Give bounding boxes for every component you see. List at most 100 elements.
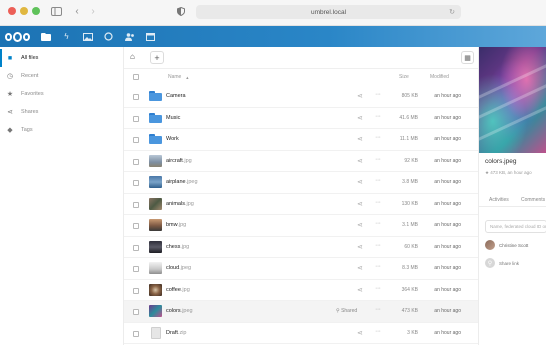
row-checkbox[interactable]: [133, 201, 139, 208]
modified-column-header[interactable]: Modified: [430, 71, 449, 83]
file-name[interactable]: bmw.jpg: [166, 222, 186, 228]
share-icon[interactable]: ⋖: [357, 329, 363, 337]
more-actions-icon[interactable]: ···: [375, 156, 381, 163]
share-with-input[interactable]: Name, federated cloud ID or email addres…: [485, 220, 546, 233]
search-icon[interactable]: [103, 31, 114, 42]
row-checkbox[interactable]: [133, 266, 139, 272]
minimize-window-button[interactable]: [20, 7, 28, 15]
folder-icon: [149, 91, 162, 101]
activity-icon[interactable]: ϟ: [61, 31, 72, 42]
more-actions-icon[interactable]: ···: [375, 328, 381, 335]
file-modified: an hour ago: [434, 308, 461, 314]
row-checkbox[interactable]: [133, 94, 139, 100]
file-row-work[interactable]: Work ⋖ ··· 11.1 MB an hour ago: [124, 129, 478, 151]
modified-header-label: Modified: [430, 74, 449, 80]
more-actions-icon[interactable]: ···: [375, 242, 381, 249]
sidebar-item-recent[interactable]: ◷ Recent: [0, 67, 124, 85]
sidebar-item-tags[interactable]: ◆ Tags: [0, 121, 124, 139]
nextcloud-logo-icon[interactable]: [5, 31, 30, 42]
grid-view-icon[interactable]: ▦: [461, 51, 474, 64]
share-icon[interactable]: ⋖: [357, 135, 363, 143]
more-actions-icon[interactable]: ···: [375, 91, 381, 98]
more-actions-icon[interactable]: ···: [375, 220, 381, 227]
forward-icon[interactable]: ›: [88, 5, 98, 17]
file-row-colors[interactable]: colors.jpeg ⚲ Shared ··· 473 KB an hour …: [124, 301, 478, 323]
file-row-bmw[interactable]: bmw.jpg ⋖ ··· 3.1 MB an hour ago: [124, 215, 478, 237]
new-button[interactable]: +: [150, 51, 164, 64]
share-icon[interactable]: ⋖: [357, 243, 363, 251]
row-checkbox[interactable]: [133, 309, 139, 315]
avatar: [485, 240, 495, 250]
share-icon[interactable]: ⋖: [357, 178, 363, 186]
file-row-coffee[interactable]: coffee.jpg ⋖ ··· 364 KB an hour ago: [124, 280, 478, 301]
sidebar-toggle-icon[interactable]: [50, 5, 62, 17]
tab-activities[interactable]: Activities: [489, 197, 509, 203]
more-actions-icon[interactable]: ···: [375, 113, 381, 120]
reload-icon[interactable]: ↻: [449, 8, 455, 16]
file-name[interactable]: chess.jpg: [166, 244, 189, 250]
more-actions-icon[interactable]: ···: [375, 285, 381, 292]
share-icon[interactable]: ⋖: [357, 114, 363, 122]
file-row-airplane[interactable]: airplane.jpeg ⋖ ··· 3.8 MB an hour ago: [124, 172, 478, 194]
file-name[interactable]: animals.jpg: [166, 201, 194, 207]
photos-icon[interactable]: [82, 31, 93, 42]
more-actions-icon[interactable]: ···: [375, 177, 381, 184]
close-window-button[interactable]: [8, 7, 16, 15]
shared-indicator[interactable]: ⚲ Shared: [336, 308, 357, 314]
more-actions-icon[interactable]: ···: [375, 134, 381, 141]
more-actions-icon[interactable]: ···: [375, 199, 381, 206]
sidebar-item-favorites[interactable]: ★ Favorites: [0, 85, 124, 103]
share-icon[interactable]: ⋖: [357, 157, 363, 165]
home-icon[interactable]: ⌂: [130, 52, 135, 61]
privacy-shield-icon[interactable]: [176, 5, 186, 17]
share-icon[interactable]: ⋖: [357, 221, 363, 229]
tab-comments[interactable]: Comments: [521, 197, 545, 203]
address-bar[interactable]: umbrel.local ↻: [196, 5, 461, 19]
row-checkbox[interactable]: [133, 223, 139, 229]
share-icon[interactable]: ⋖: [357, 286, 363, 294]
file-name[interactable]: colors.jpeg: [166, 308, 193, 314]
back-icon[interactable]: ‹: [72, 5, 82, 17]
file-row-chess[interactable]: chess.jpg ⋖ ··· 60 KB an hour ago: [124, 237, 478, 258]
row-checkbox[interactable]: [133, 244, 139, 251]
row-checkbox[interactable]: [133, 137, 139, 143]
name-column-header[interactable]: Name ▲: [168, 71, 189, 83]
file-row-cloud[interactable]: cloud.jpeg ⋖ ··· 8.3 MB an hour ago: [124, 258, 478, 280]
row-checkbox[interactable]: [133, 287, 139, 294]
files-icon[interactable]: [40, 31, 51, 42]
more-actions-icon[interactable]: ···: [375, 263, 381, 270]
size-column-header[interactable]: Size: [399, 71, 409, 83]
file-row-animals[interactable]: animals.jpg ⋖ ··· 130 KB an hour ago: [124, 194, 478, 215]
row-checkbox[interactable]: [133, 330, 139, 337]
sidebar-item-all-files[interactable]: ■ All files: [0, 49, 124, 67]
select-all-checkbox[interactable]: [133, 74, 139, 80]
share-icon[interactable]: ⋖: [357, 264, 363, 272]
share-icon[interactable]: ⋖: [357, 92, 363, 100]
file-name[interactable]: aircraft.jpg: [166, 158, 192, 164]
share-icon[interactable]: ⋖: [357, 200, 363, 208]
row-checkbox[interactable]: [133, 115, 139, 122]
row-checkbox[interactable]: [133, 158, 139, 165]
file-name[interactable]: cloud.jpeg: [166, 265, 191, 271]
file-row-aircraft[interactable]: aircraft.jpg ⋖ ··· 92 KB an hour ago: [124, 151, 478, 172]
file-name[interactable]: airplane.jpeg: [166, 179, 198, 185]
details-file-title: colors.jpeg: [485, 158, 517, 165]
file-name[interactable]: coffee.jpg: [166, 287, 190, 293]
contacts-icon[interactable]: [124, 31, 135, 42]
file-name[interactable]: Work: [166, 136, 179, 142]
shared-user[interactable]: Christine Scott: [485, 239, 528, 251]
file-name[interactable]: Music: [166, 115, 180, 121]
file-name[interactable]: Camera: [166, 93, 186, 99]
row-checkbox[interactable]: [133, 180, 139, 186]
share-link-row[interactable]: ⚲ Share link: [485, 257, 519, 269]
file-row-music[interactable]: Music ⋖ ··· 41.6 MB an hour ago: [124, 108, 478, 129]
more-actions-icon[interactable]: ···: [375, 306, 381, 313]
file-name[interactable]: Draft.zip: [166, 330, 186, 336]
file-modified: an hour ago: [434, 329, 461, 336]
sidebar-item-shares[interactable]: ⋖ Shares: [0, 103, 124, 121]
calendar-icon[interactable]: [145, 31, 156, 42]
zoom-window-button[interactable]: [32, 7, 40, 15]
file-row-camera[interactable]: Camera ⋖ ··· 805 KB an hour ago: [124, 86, 478, 108]
folder-icon: ■: [7, 54, 13, 62]
file-row-draft[interactable]: Draft.zip ⋖ ··· 3 KB an hour ago: [124, 323, 478, 344]
